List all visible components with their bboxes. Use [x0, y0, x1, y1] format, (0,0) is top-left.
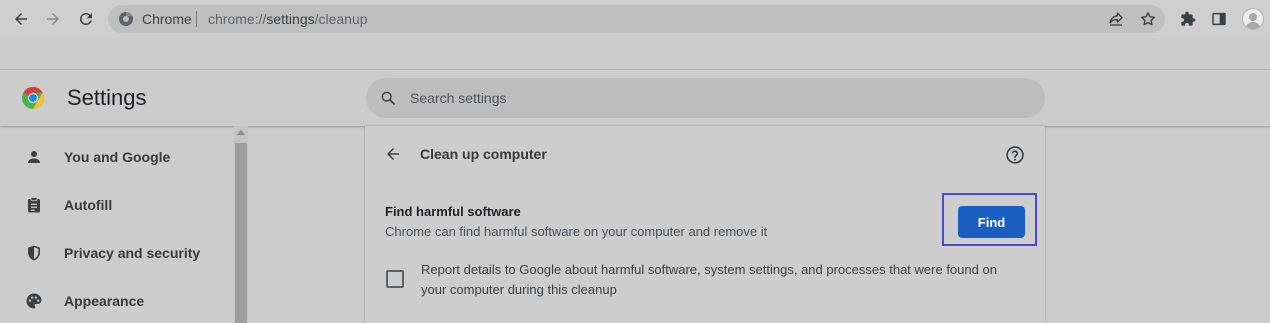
site-info-icon[interactable]	[118, 11, 134, 27]
star-icon[interactable]	[1139, 10, 1157, 28]
share-icon[interactable]	[1107, 10, 1125, 28]
sidebar: You and Google Autofill Privacy and secu…	[0, 126, 234, 323]
scroll-thumb[interactable]	[235, 143, 247, 323]
clipboard-icon	[24, 195, 44, 215]
sidebar-item-label: You and Google	[64, 149, 171, 165]
find-harmful-software-description: Chrome can find harmful software on your…	[385, 224, 768, 239]
side-panel-icon[interactable]	[1210, 10, 1228, 28]
site-chip-label: Chrome	[142, 11, 192, 27]
find-harmful-software-heading: Find harmful software	[385, 204, 521, 219]
sidebar-item-label: Privacy and security	[64, 245, 201, 261]
section-title: Clean up computer	[420, 146, 547, 162]
sidebar-item-privacy-and-security[interactable]: Privacy and security	[0, 233, 234, 273]
search-icon	[380, 90, 396, 106]
toolbar-gap	[0, 38, 1270, 69]
search-input[interactable]: Search settings	[366, 78, 1045, 118]
sidebar-item-label: Appearance	[64, 293, 145, 309]
extensions-puzzle-icon[interactable]	[1179, 10, 1197, 28]
profile-avatar-icon[interactable]	[1242, 8, 1264, 30]
url-scheme: chrome://	[208, 11, 267, 27]
sidebar-item-you-and-google[interactable]: You and Google	[0, 137, 234, 177]
back-arrow-icon[interactable]	[383, 144, 403, 164]
address-separator	[196, 11, 197, 27]
sidebar-item-appearance[interactable]: Appearance	[0, 281, 234, 321]
sidebar-item-label: Autofill	[64, 197, 113, 213]
search-placeholder: Search settings	[410, 90, 507, 106]
back-arrow-icon[interactable]	[11, 9, 31, 29]
person-icon	[24, 147, 44, 167]
address-bar[interactable]: Chrome chrome://settings/cleanup	[108, 5, 1165, 33]
scroll-up-arrow-icon[interactable]	[237, 130, 245, 135]
shield-icon	[24, 243, 44, 263]
url-path: /cleanup	[314, 11, 368, 27]
cleanup-card: Clean up computer Find harmful software …	[365, 126, 1045, 323]
url-host: settings	[266, 11, 315, 27]
palette-icon	[24, 291, 44, 311]
report-details-checkbox[interactable]	[386, 270, 404, 288]
browser-toolbar: Chrome chrome://settings/cleanup	[0, 0, 1270, 38]
chrome-logo-icon	[21, 86, 45, 110]
report-details-label: Report details to Google about harmful s…	[421, 262, 997, 297]
forward-arrow-icon[interactable]	[43, 9, 63, 29]
settings-header: Settings Search settings	[0, 70, 1270, 126]
sidebar-scrollbar[interactable]	[234, 126, 248, 323]
reload-icon[interactable]	[76, 9, 96, 29]
find-button[interactable]: Find	[958, 206, 1025, 238]
sidebar-item-autofill[interactable]: Autofill	[0, 185, 234, 225]
help-icon[interactable]	[1005, 145, 1025, 165]
page-title: Settings	[67, 85, 147, 110]
url-text[interactable]: chrome://settings/cleanup	[208, 11, 368, 27]
